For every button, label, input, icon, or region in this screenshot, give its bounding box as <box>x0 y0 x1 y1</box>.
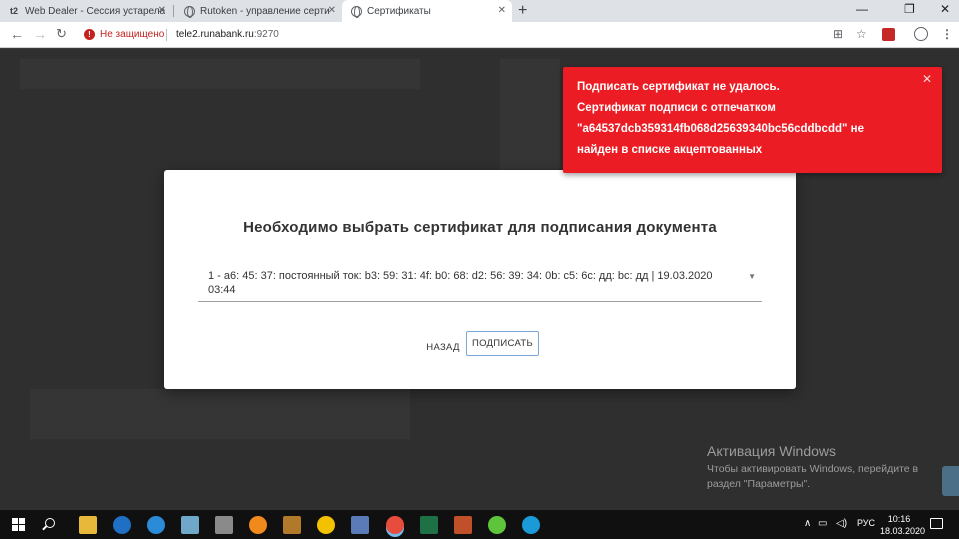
toast-line: Сертификат подписи с отпечатком <box>577 102 776 114</box>
browser-toolbar: ← → ↻ ! Не защищено tele2.runabank.ru:92… <box>0 22 959 48</box>
icq-icon[interactable] <box>488 516 506 534</box>
toast-message: Подписать сертификат не удалось. Сертифи… <box>577 77 917 161</box>
tab-strip: t2 Web Dealer - Сессия устарела ✕ Rutoke… <box>0 0 959 22</box>
bookmark-star-icon[interactable]: ☆ <box>856 27 867 41</box>
tab-title: Web Dealer - Сессия устарела <box>25 5 166 17</box>
tray-chevron-icon[interactable]: ∧ <box>804 518 811 529</box>
globe-icon <box>350 5 362 18</box>
extension-icon[interactable] <box>882 28 895 41</box>
security-indicator[interactable]: ! Не защищено <box>84 29 164 40</box>
excel-icon[interactable] <box>420 516 438 534</box>
certificate-select[interactable]: 1 - a6: 45: 37: постоянный ток: b3: 59: … <box>198 266 762 302</box>
tab-web-dealer[interactable]: t2 Web Dealer - Сессия устарела ✕ <box>0 0 172 22</box>
taskbar: ∧ ▭ ◁) РУС 10:16 18.03.2020 <box>0 510 959 539</box>
close-icon[interactable]: ✕ <box>498 5 506 16</box>
app-icon[interactable] <box>454 516 472 534</box>
window-close-icon[interactable]: ✕ <box>940 2 950 16</box>
close-icon[interactable]: ✕ <box>922 72 932 86</box>
app-icon[interactable] <box>147 516 165 534</box>
security-label: Не защищено <box>100 29 165 40</box>
caret-down-icon: ▼ <box>748 272 756 281</box>
search-icon[interactable] <box>45 518 55 528</box>
printer-icon[interactable] <box>215 516 233 534</box>
url-host: tele2.runabank.ru <box>176 29 254 40</box>
new-tab-icon[interactable]: + <box>518 2 527 20</box>
app-icon[interactable] <box>249 516 267 534</box>
globe-icon <box>183 5 195 18</box>
teamviewer-widget-icon[interactable] <box>942 466 959 496</box>
sign-button[interactable]: ПОДПИСАТЬ <box>466 331 539 356</box>
tele2-favicon-icon: t2 <box>9 6 18 16</box>
tab-rutoken[interactable]: Rutoken - управление сертифи... ✕ <box>175 0 342 22</box>
close-icon[interactable]: ✕ <box>158 5 166 16</box>
toast-line: "a64537dcb359314fb068d25639340bc56cddbcd… <box>577 123 864 135</box>
forward-arrow-icon[interactable]: → <box>33 26 47 42</box>
windows-activation-watermark: Активация Windows Чтобы активировать Win… <box>707 443 918 492</box>
profile-avatar-icon[interactable] <box>914 27 928 41</box>
file-explorer-icon[interactable] <box>79 516 97 534</box>
tab-certificates[interactable]: Сертификаты ✕ <box>342 0 512 22</box>
watermark-line: раздел "Параметры". <box>707 478 811 490</box>
watermark-title: Активация Windows <box>707 443 837 459</box>
warning-icon: ! <box>84 29 95 40</box>
toast-line: Подписать сертификат не удалось. <box>577 81 780 93</box>
tab-title: Rutoken - управление сертифи... <box>200 5 330 17</box>
1c-icon[interactable] <box>317 516 335 534</box>
restore-icon[interactable]: ❐ <box>904 2 915 16</box>
tab-separator <box>173 5 174 17</box>
edge-icon[interactable] <box>113 516 131 534</box>
clock-date: 18.03.2020 <box>880 526 926 536</box>
minimize-icon[interactable]: — <box>856 2 868 16</box>
reload-icon[interactable]: ↻ <box>56 26 67 42</box>
taskbar-clock[interactable]: 10:16 18.03.2020 <box>880 513 926 537</box>
chrome-icon[interactable] <box>386 516 404 534</box>
tab-title: Сертификаты <box>367 5 431 17</box>
watermark-line: Чтобы активировать Windows, перейдите в <box>707 463 919 475</box>
clock-time: 10:16 <box>887 514 911 524</box>
certificate-select-value: 1 - a6: 45: 37: постоянный ток: b3: 59: … <box>208 270 713 296</box>
translate-icon[interactable]: ⊞ <box>833 27 843 41</box>
certificate-dialog: Необходимо выбрать сертификат для подпис… <box>164 170 796 389</box>
error-toast: Подписать сертификат не удалось. Сертифи… <box>563 67 942 173</box>
background-shape <box>20 59 420 89</box>
dialog-title: Необходимо выбрать сертификат для подпис… <box>243 219 717 236</box>
url-separator <box>166 29 167 41</box>
app-icon[interactable] <box>522 516 540 534</box>
url-input[interactable]: tele2.runabank.ru:9270 <box>176 29 279 40</box>
back-arrow-icon[interactable]: ← <box>10 26 24 42</box>
menu-kebab-icon[interactable]: ⋮ <box>941 27 953 41</box>
background-shape <box>500 59 560 169</box>
close-icon[interactable]: ✕ <box>328 5 336 16</box>
app-icon[interactable] <box>283 516 301 534</box>
url-port: :9270 <box>253 29 279 40</box>
language-indicator[interactable]: РУС <box>857 518 875 528</box>
background-shape <box>30 389 410 439</box>
app-icon[interactable] <box>351 516 369 534</box>
app-icon[interactable] <box>181 516 199 534</box>
network-icon[interactable]: ▭ <box>818 518 827 529</box>
notification-icon[interactable] <box>930 518 943 529</box>
back-button[interactable]: НАЗАД <box>422 335 464 359</box>
toast-line: найден в списке акцептованных <box>577 144 763 156</box>
volume-icon[interactable]: ◁) <box>836 518 847 529</box>
windows-start-icon[interactable] <box>12 518 25 531</box>
